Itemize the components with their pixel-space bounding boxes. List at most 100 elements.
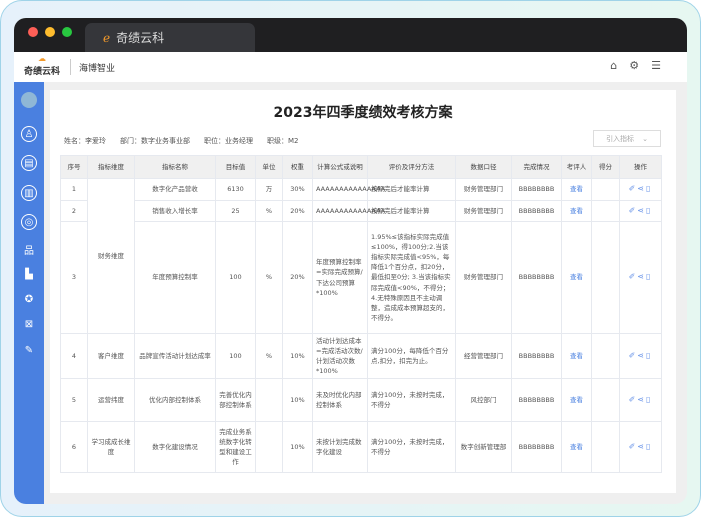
share-icon[interactable]: ⋖ [637,206,646,215]
formula: 年度预算控制率=实际完成预算/下达公司预算*100% [313,222,368,334]
unit: % [256,334,283,379]
score [592,422,620,473]
scoring-method: 1.95%≤该指标实际完成值≤100%，得100分;2.当该指标实际完成值<95… [368,222,456,334]
reviewer-view-link[interactable]: 查看 [562,222,592,334]
browser-logo-icon: ℯ [103,31,110,45]
reviewer-view-link[interactable]: 查看 [562,422,592,473]
avatar[interactable] [21,92,37,108]
row-number: 5 [61,379,88,422]
delete-icon[interactable]: ▯ [646,272,652,281]
reviewer-view-link[interactable]: 查看 [562,201,592,222]
delete-icon[interactable]: ▯ [646,395,652,404]
browser-window: ℯ奇绩云科 ☁奇绩云科 海博智业 ⌂⚙☰ ♙ ▤ ▥ ◎ 品 ▙ ✪ ⊠ ✎ 2… [14,18,687,504]
target-icon[interactable]: ◎ [21,214,37,230]
link-icon[interactable]: ✐ [629,351,638,360]
data-source: 财务管理部门 [456,201,512,222]
logo-text: 奇绩云科 [24,67,60,77]
reviewer-view-link[interactable]: 查看 [562,334,592,379]
edit-icon[interactable]: ✎ [21,342,37,358]
indicator-name: 年度预算控制率 [135,222,216,334]
completion-status: BBBBBBBB [512,422,562,473]
share-icon[interactable]: ⋖ [637,395,646,404]
row-number: 4 [61,334,88,379]
maximize-dot[interactable] [62,27,72,37]
unit: 万 [256,179,283,201]
table-row: 1财务维度数字化产品营收6130万30%AAAAAAAAAAAAAAA按照完后才… [61,179,662,201]
score [592,179,620,201]
share-icon[interactable]: ⋖ [637,184,646,193]
weight: 10% [283,379,313,422]
home-icon[interactable]: ⌂ [610,59,617,72]
row-number: 6 [61,422,88,473]
indicator-name: 品牌宣传活动计划达成率 [135,334,216,379]
logo: ☁奇绩云科 [24,58,60,77]
completion-status: BBBBBBBB [512,379,562,422]
row-number: 2 [61,201,88,222]
actions-cell: ✐⋖▯ [620,379,662,422]
delete-icon[interactable]: ▯ [646,351,652,360]
column-header: 指标维度 [88,156,135,179]
weight: 10% [283,422,313,473]
minimize-dot[interactable] [45,27,55,37]
badge-icon[interactable]: ✪ [21,291,37,307]
unit: % [256,222,283,334]
table-row: 3年度预算控制率100%20%年度预算控制率=实际完成预算/下达公司预算*100… [61,222,662,334]
indicator-name: 数字化建设情况 [135,422,216,473]
analysis-icon[interactable]: ⊠ [21,316,37,332]
link-icon[interactable]: ✐ [629,272,638,281]
browser-tab[interactable]: ℯ奇绩云科 [85,23,255,52]
org-chart-icon[interactable]: 品 [21,241,37,257]
link-icon[interactable]: ✐ [629,184,638,193]
share-icon[interactable]: ⋖ [637,351,646,360]
column-header: 操作 [620,156,662,179]
delete-icon[interactable]: ▯ [646,184,652,193]
close-dot[interactable] [28,27,38,37]
menu-icon[interactable]: ☰ [651,59,661,72]
column-header: 数据口径 [456,156,512,179]
table-row: 5运营纬度优化内部控制体系完善优化内部控制体系10%未及时优化内部控制体系满分1… [61,379,662,422]
column-header: 考评人 [562,156,592,179]
link-icon[interactable]: ✐ [629,206,638,215]
gear-icon[interactable]: ⚙ [629,59,639,72]
column-header: 序号 [61,156,88,179]
delete-icon[interactable]: ▯ [646,206,652,215]
share-icon[interactable]: ⋖ [637,442,646,451]
employee-level: 职级：M2 [267,136,299,146]
formula: AAAAAAAAAAAAAAA [313,179,368,201]
delete-icon[interactable]: ▯ [646,442,652,451]
score [592,201,620,222]
table-row: 6学习成成长维度数字化建设情况完成业务系统数字化转型和建设工作10%未按计划完成… [61,422,662,473]
reviewer-view-link[interactable]: 查看 [562,179,592,201]
weight: 20% [283,222,313,334]
contact-card-icon[interactable]: ▤ [21,155,37,171]
target-value: 100 [216,334,256,379]
actions-cell: ✐⋖▯ [620,179,662,201]
column-header: 完成情况 [512,156,562,179]
import-label: 引入指标 [606,134,634,144]
column-header: 得分 [592,156,620,179]
scoring-method: 满分100分，每降低个百分点,扣分，扣完为止。 [368,334,456,379]
data-source: 经营管理部门 [456,334,512,379]
link-icon[interactable]: ✐ [629,395,638,404]
bar-trend-icon[interactable]: ▙ [21,266,37,282]
actions-cell: ✐⋖▯ [620,422,662,473]
chevron-down-icon: ⌄ [642,135,648,143]
data-source: 财务管理部门 [456,179,512,201]
employee-position: 职位：业务经理 [204,136,253,146]
divider [70,59,71,75]
team-icon[interactable]: ♙ [21,126,37,142]
reviewer-view-link[interactable]: 查看 [562,379,592,422]
dimension-cell: 学习成成长维度 [88,422,135,473]
app-header: ☁奇绩云科 海博智业 ⌂ ⚙ ☰ [14,52,687,82]
target-value: 100 [216,222,256,334]
column-header: 评价及评分方法 [368,156,456,179]
link-icon[interactable]: ✐ [629,442,638,451]
score [592,222,620,334]
column-header: 目标值 [216,156,256,179]
dimension-cell: 财务维度 [88,179,135,334]
company-name: 海博智业 [79,61,115,74]
share-icon[interactable]: ⋖ [637,272,646,281]
weight: 30% [283,179,313,201]
chart-icon[interactable]: ▥ [21,185,37,201]
import-indicator-dropdown[interactable]: 引入指标 ⌄ [593,130,661,147]
